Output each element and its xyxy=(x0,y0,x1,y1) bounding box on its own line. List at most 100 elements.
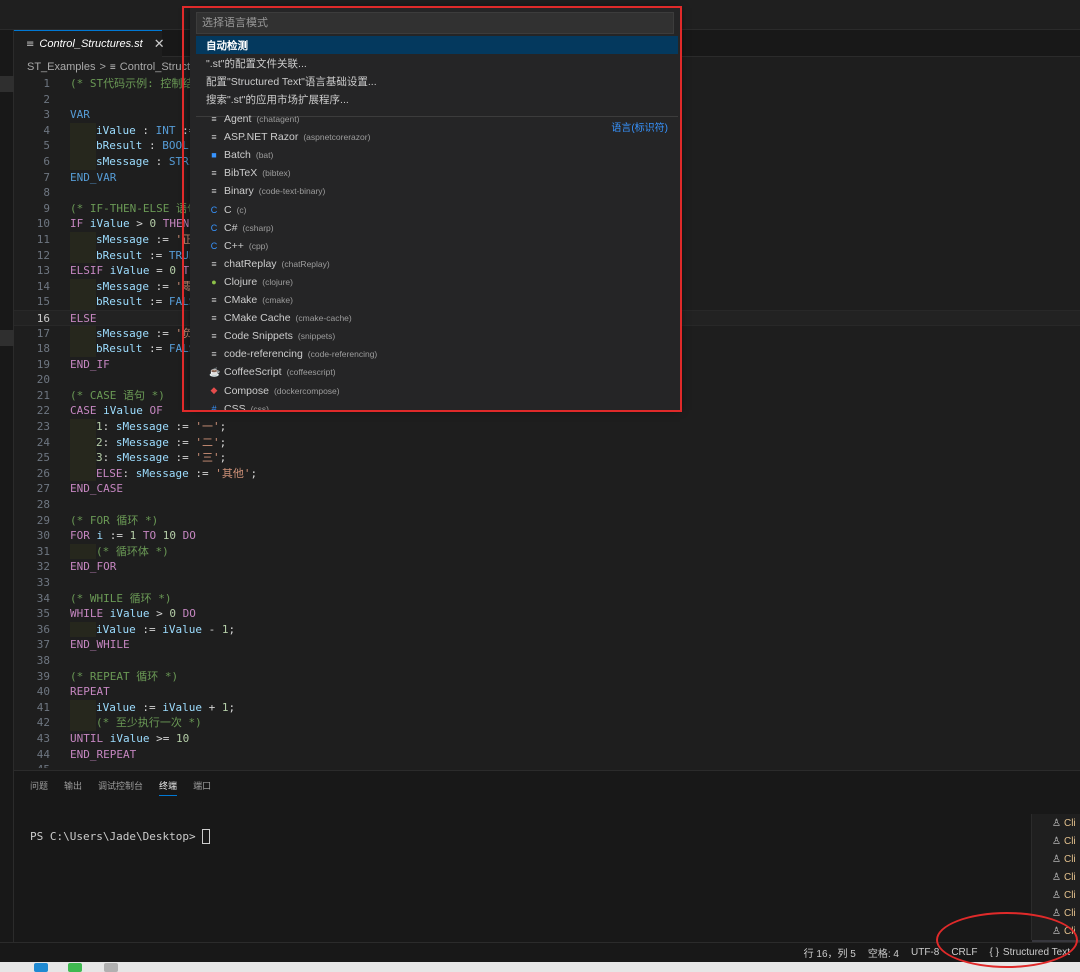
line-number: 33 xyxy=(36,576,50,589)
line-code: (* REPEAT 循环 *) xyxy=(70,669,178,685)
status-indentation[interactable]: 空格: 4 xyxy=(868,945,899,960)
code-token: := xyxy=(142,342,169,356)
code-line[interactable]: 25 3: sMessage := '三'; xyxy=(14,450,1080,466)
code-token: (* ST代码示例: 控制结 xyxy=(70,77,194,90)
code-line[interactable]: 37 END_WHILE xyxy=(14,637,1080,653)
line-code: (* 至少执行一次 *) xyxy=(70,715,202,731)
code-token: END_REPEAT xyxy=(70,747,137,761)
line-code: END_IF xyxy=(70,357,110,373)
editor-tab[interactable]: ≡ Control_Structures.st ✕ xyxy=(14,30,165,57)
code-line[interactable]: 23 1: sMessage := '一'; xyxy=(14,419,1080,435)
code-token: 1 xyxy=(221,700,229,714)
terminal-instance-item[interactable]: ♙ Cli xyxy=(1032,868,1080,886)
line-number: 10 xyxy=(36,217,50,231)
panel-tab[interactable]: 调试控制台 xyxy=(98,779,143,796)
line-number: 5 xyxy=(43,139,50,153)
code-token: := xyxy=(148,326,176,340)
indent-guide xyxy=(70,153,96,170)
code-line[interactable]: 24 2: sMessage := '二'; xyxy=(14,434,1080,451)
line-number: 15 xyxy=(36,295,50,309)
line-number: 34 xyxy=(36,591,50,605)
person-terminal-icon: ♙ xyxy=(1052,907,1061,919)
code-token: := xyxy=(168,435,196,449)
status-encoding[interactable]: UTF-8 xyxy=(911,947,939,958)
status-cursor-position[interactable]: 行 16，列 5 xyxy=(804,945,856,960)
line-code: ELSE xyxy=(70,311,97,327)
line-number: 14 xyxy=(36,279,50,293)
indent-guide xyxy=(70,715,96,731)
code-line[interactable]: 29 (* FOR 循环 *) xyxy=(14,513,1080,529)
code-token: ELSE xyxy=(70,311,97,325)
line-code: (* 循环体 *) xyxy=(70,543,169,560)
line-number: 37 xyxy=(36,638,50,652)
code-token: '其他' xyxy=(215,466,251,480)
code-line[interactable]: 35 WHILE iValue > 0 DO xyxy=(14,606,1080,622)
code-line[interactable]: 31 (* 循环体 *) xyxy=(14,543,1080,560)
vscode-taskbar-icon[interactable] xyxy=(34,963,48,972)
terminal-instance-item[interactable]: ♙ Cli xyxy=(1032,832,1080,850)
code-line[interactable]: 33 xyxy=(14,575,1080,591)
terminal-instance-item[interactable]: ♙ Cli xyxy=(1032,814,1080,832)
code-line[interactable]: 30 FOR i := 1 TO 10 DO xyxy=(14,528,1080,544)
code-line[interactable]: 42 (* 至少执行一次 *) xyxy=(14,715,1080,731)
line-number: 45 xyxy=(14,762,50,768)
line-number: 6 xyxy=(43,154,50,168)
code-line[interactable]: 34 (* WHILE 循环 *) xyxy=(14,591,1080,607)
code-line[interactable]: 39 (* REPEAT 循环 *) xyxy=(14,669,1080,685)
line-number: 2 xyxy=(43,92,50,106)
code-token: > xyxy=(129,217,150,231)
breadcrumb-folder[interactable]: ST_Examples xyxy=(27,61,95,73)
code-token: := xyxy=(135,622,163,636)
panel-tab[interactable]: 问题 xyxy=(30,779,48,796)
code-line[interactable]: 44 END_REPEAT xyxy=(14,747,1080,763)
code-line[interactable]: 41 iValue := iValue + 1; xyxy=(14,699,1080,716)
line-code: END_VAR xyxy=(70,170,116,186)
code-token: := xyxy=(135,700,163,714)
code-token: bResult xyxy=(96,139,143,153)
line-code: FOR i := 1 TO 10 DO xyxy=(70,528,196,544)
code-line[interactable]: 36 iValue := iValue - 1; xyxy=(14,621,1080,638)
code-line[interactable]: 27 END_CASE xyxy=(14,481,1080,497)
code-token: := xyxy=(142,248,169,262)
code-line[interactable]: 43 UNTIL iValue >= 10 xyxy=(14,731,1080,747)
code-token: END_FOR xyxy=(70,560,117,574)
activity-bar-indicator xyxy=(0,76,14,92)
app-taskbar-icon[interactable] xyxy=(68,963,82,972)
code-token: bResult xyxy=(96,295,143,309)
line-number: 7 xyxy=(43,170,50,184)
terminal-instance-label: Cli xyxy=(1063,853,1076,865)
line-number: 20 xyxy=(36,373,50,387)
code-line[interactable]: 32 END_FOR xyxy=(14,559,1080,575)
line-number: 12 xyxy=(36,248,50,262)
code-token: iValue xyxy=(162,622,202,636)
annotation-highlight-ellipse xyxy=(936,912,1078,968)
line-code: CASE iValue OF xyxy=(70,403,163,419)
code-token: sMessage xyxy=(96,279,149,293)
code-token: 10 xyxy=(162,529,176,543)
panel-tab[interactable]: 输出 xyxy=(64,779,82,796)
panel-tab[interactable]: 端口 xyxy=(193,779,211,796)
code-line[interactable]: 38 xyxy=(14,653,1080,669)
person-terminal-icon: ♙ xyxy=(1052,817,1061,829)
panel-tab[interactable]: 终端 xyxy=(159,779,178,796)
line-number: 40 xyxy=(36,685,50,699)
line-number: 19 xyxy=(36,357,50,371)
close-icon[interactable]: ✕ xyxy=(154,37,165,52)
code-line[interactable]: 26 ELSE: sMessage := '其他'; xyxy=(14,465,1080,482)
line-code: WHILE iValue > 0 DO xyxy=(70,606,196,622)
terminal-instance-item[interactable]: ♙ Cli xyxy=(1032,850,1080,868)
terminal-output[interactable]: PS C:\Users\Jade\Desktop> xyxy=(30,829,210,844)
code-token: := xyxy=(103,529,130,543)
app-taskbar-icon[interactable] xyxy=(104,963,118,972)
code-line[interactable]: 45 xyxy=(14,762,1080,768)
code-line[interactable]: 40 REPEAT xyxy=(14,684,1080,700)
line-number: 24 xyxy=(36,435,50,449)
line-code: ELSE: sMessage := '其他'; xyxy=(70,465,257,482)
code-token: DO xyxy=(182,529,196,543)
code-token: UNTIL xyxy=(70,731,104,745)
code-line[interactable]: 28 xyxy=(14,497,1080,513)
terminal-instance-item[interactable]: ♙ Cli xyxy=(1032,886,1080,904)
